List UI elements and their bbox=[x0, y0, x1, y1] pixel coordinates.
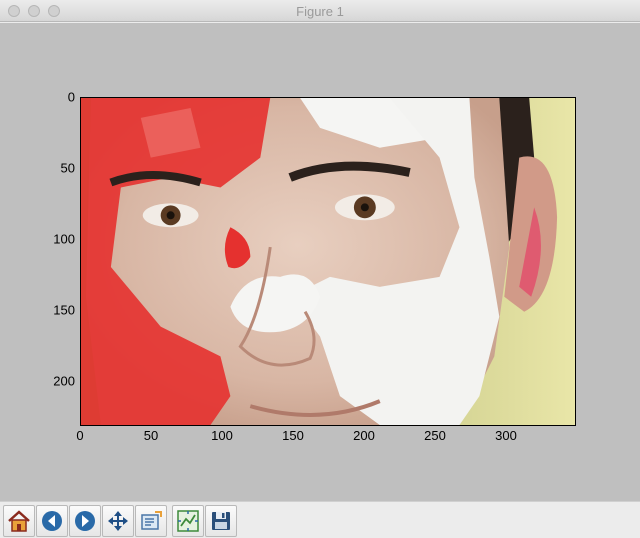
subplots-button[interactable] bbox=[172, 505, 204, 537]
x-tick-label: 250 bbox=[424, 428, 446, 443]
x-tick-label: 150 bbox=[282, 428, 304, 443]
home-button[interactable] bbox=[3, 505, 35, 537]
forward-button[interactable] bbox=[69, 505, 101, 537]
window-titlebar: Figure 1 bbox=[0, 0, 640, 22]
back-arrow-icon bbox=[42, 511, 62, 531]
navigation-toolbar bbox=[0, 501, 640, 538]
image-axes[interactable] bbox=[80, 97, 576, 426]
zoom-button[interactable] bbox=[135, 505, 167, 537]
move-arrows-icon bbox=[108, 511, 128, 531]
x-tick-label: 0 bbox=[76, 428, 84, 443]
floppy-disk-icon bbox=[212, 512, 230, 530]
x-tick-label: 100 bbox=[211, 428, 233, 443]
face-photo-image bbox=[81, 98, 575, 425]
x-tick-label: 300 bbox=[495, 428, 517, 443]
configure-subplots-icon bbox=[177, 510, 199, 532]
x-tick-label: 50 bbox=[143, 428, 159, 443]
zoom-rect-icon bbox=[141, 511, 162, 530]
window-title: Figure 1 bbox=[296, 4, 344, 19]
forward-arrow-icon bbox=[75, 511, 95, 531]
save-button[interactable] bbox=[205, 505, 237, 537]
pan-button[interactable] bbox=[102, 505, 134, 537]
y-tick-label: 0 bbox=[67, 89, 75, 105]
x-tick-label: 200 bbox=[353, 428, 375, 443]
y-tick-label: 50 bbox=[60, 160, 75, 176]
y-tick-label: 150 bbox=[53, 302, 75, 318]
back-button[interactable] bbox=[36, 505, 68, 537]
y-tick-label: 100 bbox=[53, 231, 75, 247]
y-tick-label: 200 bbox=[53, 373, 75, 389]
home-icon bbox=[8, 510, 30, 532]
